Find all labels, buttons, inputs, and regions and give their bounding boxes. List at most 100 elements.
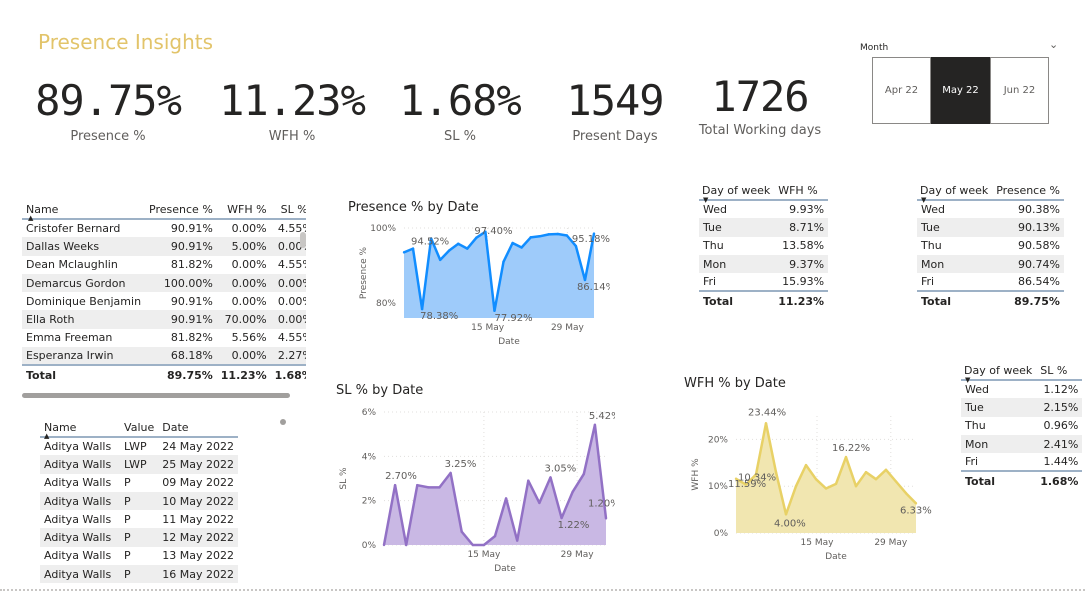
- table-row[interactable]: Aditya Walls LWP 25 May 2022: [40, 455, 238, 474]
- cell: 0.00%: [216, 273, 271, 293]
- data-point: [844, 455, 848, 459]
- table-row[interactable]: Wed 90.38%: [917, 200, 1064, 218]
- cell: 9.37%: [774, 254, 829, 274]
- cell: Aditya Walls: [44, 440, 112, 454]
- table-row[interactable]: Aditya Walls P 12 May 2022: [40, 528, 238, 547]
- cell: 1.68%: [270, 364, 306, 384]
- cell: P: [124, 549, 131, 563]
- cell: Fri: [965, 455, 979, 469]
- table-row[interactable]: Aditya Walls LWP 24 May 2022: [40, 437, 238, 455]
- table-row[interactable]: Thu 13.58%: [699, 237, 828, 255]
- month-tile-jun[interactable]: Jun 22: [990, 57, 1049, 124]
- kpi-label: Presence %: [70, 129, 146, 144]
- cell: 0.00%: [216, 347, 271, 366]
- scroll-handle-icon[interactable]: [280, 419, 286, 425]
- col-header-name[interactable]: Name: [40, 419, 120, 437]
- data-point: [460, 530, 463, 533]
- col-header-sl[interactable]: SL %: [271, 201, 306, 219]
- data-point: [549, 476, 552, 479]
- sort-arrow-icon: ▲: [28, 214, 34, 222]
- cell: Mon: [699, 254, 775, 274]
- col-header-sl[interactable]: SL %: [1036, 362, 1082, 380]
- horizontal-scrollbar[interactable]: [22, 393, 290, 398]
- table-row[interactable]: Ella Roth 90.91% 70.00% 0.00%: [22, 310, 306, 329]
- table-row[interactable]: Demarcus Gordon 100.00% 0.00% 0.00%: [22, 273, 306, 293]
- table-row[interactable]: Dean Mclaughlin 81.82% 0.00% 4.55%: [22, 256, 306, 274]
- cell: 5.56%: [231, 331, 267, 345]
- data-point: [571, 490, 574, 493]
- cell: 70.00%: [216, 310, 271, 329]
- table-row[interactable]: Aditya Walls P 09 May 2022: [40, 474, 238, 492]
- table-row[interactable]: Mon 9.37%: [699, 254, 829, 274]
- col-header-date[interactable]: Date: [158, 419, 238, 437]
- table-row[interactable]: Aditya Walls P 16 May 2022: [40, 565, 238, 584]
- table-row[interactable]: Thu 90.58%: [917, 237, 1064, 255]
- col-header-name[interactable]: Name: [22, 201, 145, 219]
- table-row[interactable]: Tue 2.15%: [961, 398, 1083, 417]
- data-point: [511, 241, 514, 245]
- table-row[interactable]: Fri 86.54%: [917, 273, 1064, 291]
- kpi-label: WFH %: [268, 129, 316, 144]
- data-label: 3.05%: [545, 463, 577, 474]
- presence-by-date-chart[interactable]: 80% 100% 15 May 29 May Date Presence % 94.52% 7…: [340, 218, 610, 353]
- cell: Total: [22, 364, 146, 384]
- table-row[interactable]: Esperanza Irwin 68.18% 0.00% 2.27%: [22, 347, 306, 366]
- col-header-dow[interactable]: Day of week: [699, 182, 774, 200]
- vertical-scrollbar[interactable]: [300, 232, 306, 248]
- cell: 90.91%: [145, 237, 217, 256]
- table-row[interactable]: Dallas Weeks 90.91% 5.00% 0.00%: [22, 237, 306, 256]
- cell: 90.91%: [145, 310, 217, 329]
- col-header-value[interactable]: Value: [120, 419, 158, 437]
- cell: 90.13%: [992, 218, 1064, 237]
- month-tile-apr[interactable]: Apr 22: [872, 57, 931, 124]
- cell: 90.74%: [992, 254, 1064, 274]
- table-row[interactable]: Mon 2.41%: [961, 434, 1083, 454]
- month-tile-may[interactable]: May 22: [931, 57, 990, 124]
- table-row[interactable]: Wed 1.12%: [961, 380, 1082, 398]
- x-axis-title: Date: [494, 564, 516, 574]
- chevron-down-icon[interactable]: ⌄: [1049, 38, 1058, 51]
- table-row[interactable]: Fri 1.44%: [961, 453, 1082, 471]
- sl-by-date-chart[interactable]: 0% 2% 4% 6% 15 May 29 May Date SL % 2.70% 3.25% 3.…: [330, 402, 615, 580]
- table-row[interactable]: Aditya Walls P 11 May 2022: [40, 510, 238, 528]
- table-total-row: Total 1.68%: [961, 470, 1083, 490]
- table-row[interactable]: Aditya Walls P 10 May 2022: [40, 491, 238, 511]
- col-header-dow[interactable]: Day of week: [961, 362, 1036, 380]
- table-row[interactable]: Dominique Benjamin 90.91% 0.00% 0.00%: [22, 292, 306, 310]
- table-row[interactable]: Wed 9.93%: [699, 200, 828, 218]
- sl-chart-title: SL % by Date: [336, 383, 424, 398]
- cell: LWP: [120, 455, 159, 474]
- cell: Aditya Walls: [44, 549, 112, 563]
- col-header-wfh[interactable]: WFH %: [217, 201, 271, 219]
- kpi-value: 89.75%: [35, 76, 182, 125]
- data-point: [764, 422, 768, 425]
- kpi-wfh-card: 11.23% WFH %: [206, 76, 378, 144]
- col-header-dow[interactable]: Day of week: [917, 182, 992, 200]
- y-axis-title: Presence %: [359, 246, 369, 299]
- cell: Ella Roth: [22, 310, 146, 329]
- table-row[interactable]: Thu 0.96%: [961, 417, 1082, 435]
- table-row[interactable]: Aditya Walls P 13 May 2022: [40, 547, 238, 565]
- table-row[interactable]: Mon 90.74%: [917, 254, 1064, 274]
- kpi-present-days-card: 1549 Present Days: [545, 76, 685, 144]
- col-header-presence[interactable]: Presence %: [145, 201, 217, 219]
- kpi-label: Total Working days: [698, 123, 822, 138]
- col-header-presence[interactable]: Presence %: [992, 182, 1064, 200]
- wfh-by-date-chart[interactable]: 0%10%20%15 May 29 MayDateWFH % 10.34%11.59…: [676, 398, 938, 566]
- table-row[interactable]: Tue 90.13%: [917, 218, 1064, 237]
- cell: 10 May 2022: [158, 491, 238, 511]
- y-axis-title: SL %: [339, 467, 349, 490]
- cell: P: [124, 512, 131, 526]
- kpi-value: 1.68%: [399, 76, 521, 125]
- cell: 25 May 2022: [158, 455, 238, 474]
- table-row[interactable]: Fri 15.93%: [699, 273, 828, 291]
- kpi-value: 1549: [566, 76, 664, 125]
- cell: P: [120, 565, 159, 584]
- table-row[interactable]: Emma Freeman 81.82% 5.56% 4.55%: [22, 329, 306, 347]
- table-row[interactable]: Tue 8.71%: [699, 218, 829, 237]
- cell: Tue: [961, 398, 1037, 417]
- table-row[interactable]: Cristofer Bernard 90.91% 0.00% 4.55%: [22, 219, 306, 237]
- col-header-wfh[interactable]: WFH %: [774, 182, 828, 200]
- cell: Tue: [917, 218, 993, 237]
- cell: 0.00%: [270, 273, 306, 293]
